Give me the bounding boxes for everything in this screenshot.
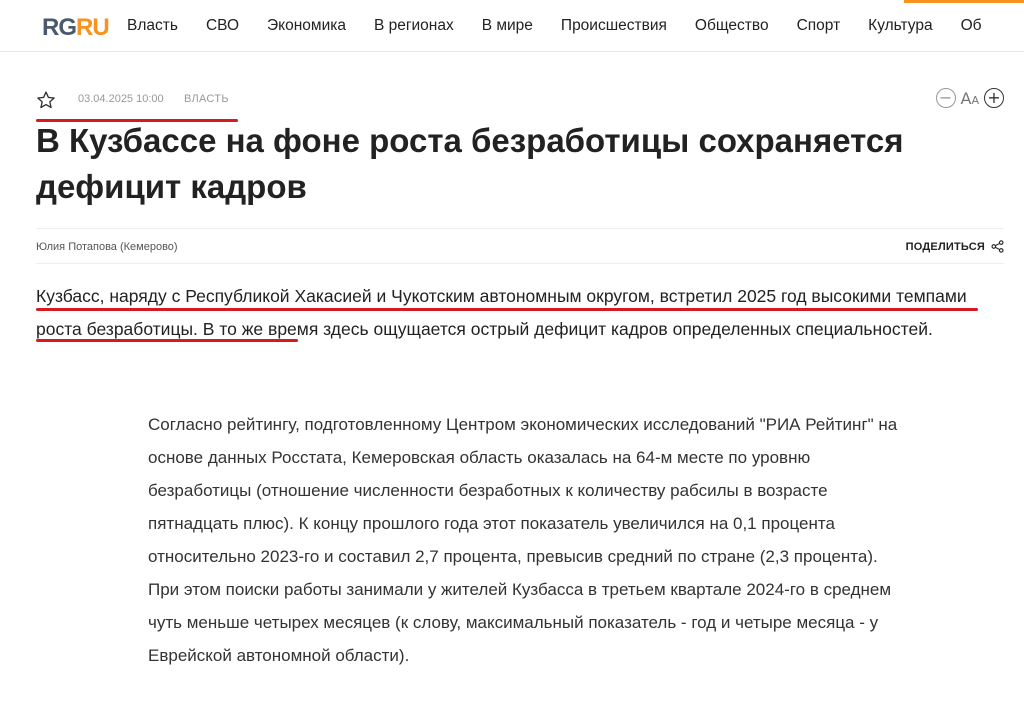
- article-title: В Кузбассе на фоне роста безработицы сох…: [36, 122, 904, 205]
- font-decrease-icon[interactable]: −: [935, 88, 956, 108]
- lead-annotation-underline-1: [36, 308, 978, 311]
- article-author[interactable]: Юлия Потапова (Кемерово): [36, 241, 178, 253]
- nav-item-world[interactable]: В мире: [482, 17, 533, 35]
- nav-item-more[interactable]: Об: [961, 17, 982, 35]
- nav-item-svo[interactable]: СВО: [206, 17, 239, 35]
- nav-item-sport[interactable]: Спорт: [797, 17, 841, 35]
- article-rubric[interactable]: Власть: [184, 93, 229, 105]
- nav-item-society[interactable]: Общество: [695, 17, 769, 35]
- logo-ru: RU: [76, 14, 110, 41]
- nav-item-vlast[interactable]: Власть: [127, 17, 178, 35]
- star-icon[interactable]: [36, 90, 56, 110]
- font-size-control: − AA +: [935, 88, 1004, 108]
- font-size-label-small: A: [971, 93, 979, 107]
- lead-annotation-underline-2: [36, 339, 298, 342]
- font-size-label: AA: [961, 89, 979, 108]
- share-button[interactable]: Поделиться: [906, 240, 1004, 253]
- logo-rg: RG: [42, 14, 77, 41]
- nav-item-economy[interactable]: Экономика: [267, 17, 346, 35]
- author-share-row: Юлия Потапова (Кемерово) Поделиться: [36, 228, 1004, 264]
- top-navigation-bar: RGRU Власть СВО Экономика В регионах В м…: [0, 0, 1024, 52]
- nav-item-culture[interactable]: Культура: [868, 17, 932, 35]
- share-icon: [991, 240, 1004, 253]
- article-meta-row: 03.04.2025 10:00 Власть − AA +: [36, 88, 1004, 122]
- article-body-paragraph: Согласно рейтингу, подготовленному Центр…: [148, 415, 898, 665]
- font-increase-icon[interactable]: +: [984, 88, 1004, 108]
- article-lead: Кузбасс, наряду с Республикой Хакасией и…: [36, 286, 967, 339]
- article-date: 03.04.2025 10:00: [78, 93, 164, 105]
- nav-item-regions[interactable]: В регионах: [374, 17, 454, 35]
- main-nav: Власть СВО Экономика В регионах В мире П…: [127, 0, 1010, 52]
- site-logo[interactable]: RGRU: [42, 14, 110, 42]
- nav-item-incidents[interactable]: Происшествия: [561, 17, 667, 35]
- share-label: Поделиться: [905, 240, 985, 253]
- font-size-label-big: A: [960, 88, 972, 108]
